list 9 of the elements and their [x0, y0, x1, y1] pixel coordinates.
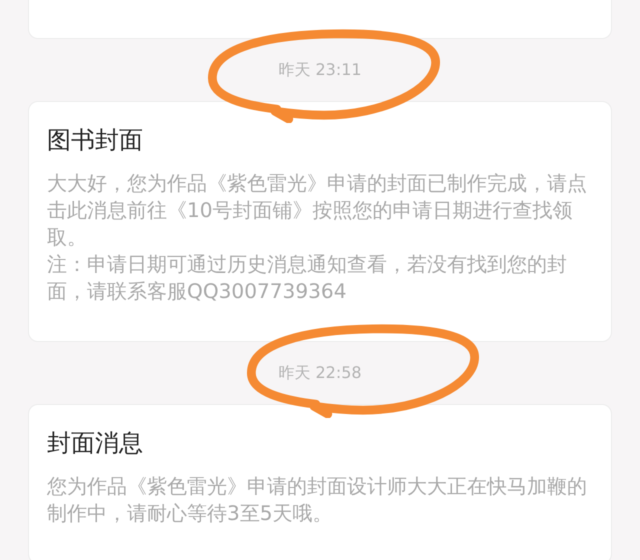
- message-text: 大大好，您为作品《紫色雷光》申请的封面已制作完成，请点击此消息前往《10号封面铺》按照您的申请日期进行查找领取。: [47, 170, 588, 251]
- message-text: 您为作品《紫色雷光》申请的封面设计师大大正在快马加鞭的制作中，请耐心等待3至5天哦。: [47, 473, 588, 527]
- message-time: 昨天 23:11: [278, 60, 362, 80]
- message-time: 昨天 22:58: [278, 362, 362, 384]
- message-text: 注：申请日期可通过历史消息通知查看，若没有找到您的封面，请联系客服QQ3007739364: [47, 251, 568, 305]
- message-card[interactable]: 图书封面 大大好，您为作品《紫色雷光》申请的封面已制作完成，请点击此消息前往《10号封面铺》按照您的申请日期进行查找领取。 注：申请日期可通过历史消息通知查看，若没有找到您的封面，请联系客服QQ3007739364: [28, 101, 612, 342]
- message-card[interactable]: 封面消息 您为作品《紫色雷光》申请的封面设计师大大正在快马加鞭的制作中，请耐心等待3至5天哦。: [28, 404, 612, 560]
- message-title: 图书封面: [47, 125, 144, 156]
- message-title: 封面消息: [47, 428, 144, 459]
